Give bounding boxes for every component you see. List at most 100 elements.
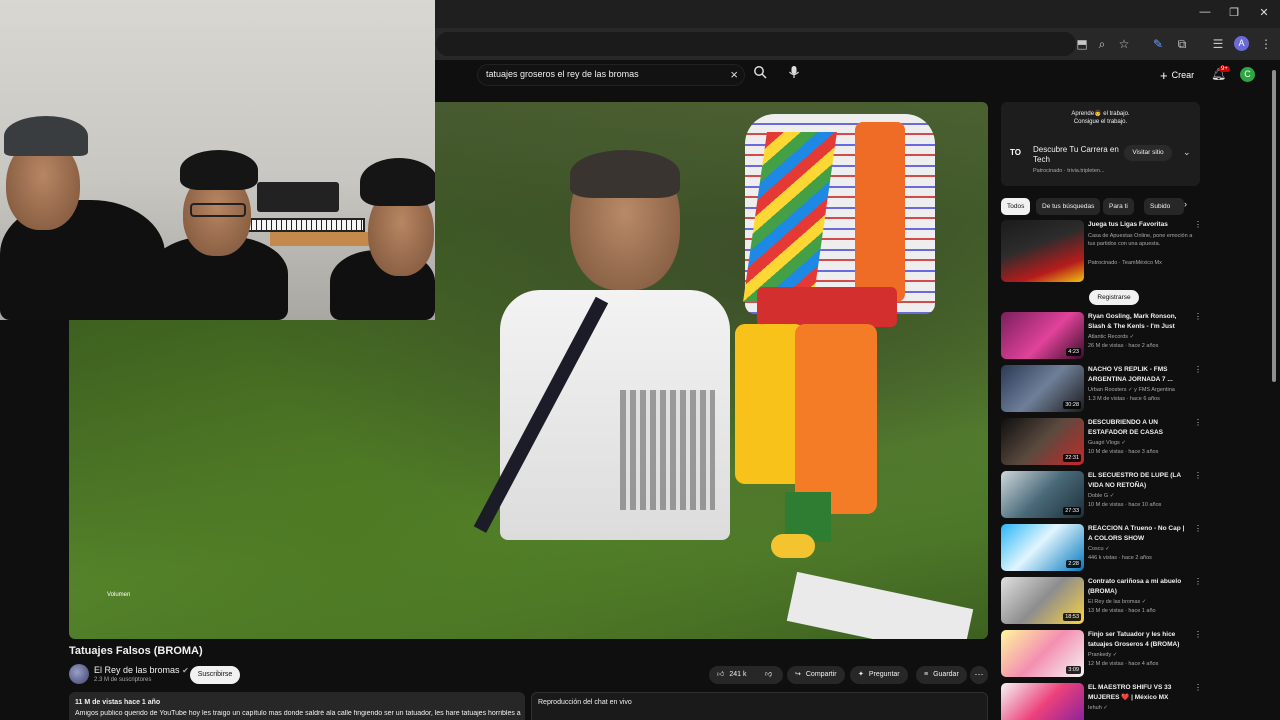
minimize-button[interactable]: — — [1197, 6, 1213, 18]
shirt-print — [620, 390, 715, 510]
recommendation-item[interactable]: 18:53 Contrato cariñosa a mi abuelo (BRO… — [1001, 577, 1211, 627]
chip-para-ti[interactable]: Para ti — [1103, 198, 1134, 215]
video-thumbnail — [1001, 683, 1084, 720]
channel-name-text: El Rey de las bromas — [94, 665, 180, 675]
red-belt — [757, 287, 897, 327]
more-options-icon[interactable]: ⋮ — [1194, 220, 1202, 229]
browser-profile-avatar[interactable]: A — [1234, 36, 1249, 51]
channel-name: Prankedy ✓ — [1088, 652, 1118, 658]
recommendation-item[interactable]: 27:33 EL SECUESTRO DE LUPE (LA VIDA NO R… — [1001, 471, 1211, 521]
recommendation-item[interactable]: 4:23 Ryan Gosling, Mark Ronson, Slash & … — [1001, 312, 1211, 362]
create-button[interactable]: + Crear — [1160, 66, 1194, 84]
register-button[interactable]: Registrarse — [1089, 290, 1139, 305]
volume-label: Volumen — [107, 592, 131, 598]
recommendation-item[interactable]: 3:09 Finjo ser Tatuador y les hice tatua… — [1001, 630, 1211, 680]
restore-button[interactable]: ❐ — [1226, 6, 1242, 19]
hair — [570, 150, 680, 198]
save-label: Guardar — [933, 671, 959, 678]
create-label: Crear — [1171, 70, 1195, 80]
like-count: 241 k — [729, 671, 747, 678]
browser-menu-icon[interactable]: ⋮ — [1258, 36, 1274, 52]
more-options-icon[interactable]: ⋮ — [1194, 683, 1202, 692]
share-button[interactable]: ↪ Compartir — [787, 666, 845, 684]
chip-subido[interactable]: Subido — [1144, 198, 1184, 215]
plus-icon: + — [1160, 67, 1168, 83]
live-chat-replay[interactable]: Reproducción del chat en vivo — [531, 692, 988, 720]
close-window-button[interactable]: ✕ — [1256, 6, 1272, 19]
bookmark-star-icon[interactable]: ☆ — [1116, 36, 1132, 52]
zoom-icon[interactable]: ⌕ — [1094, 36, 1110, 52]
video-duration: 27:33 — [1063, 507, 1081, 515]
video-thumbnail: 2:28 — [1001, 524, 1084, 571]
desk — [270, 232, 370, 246]
ad-tagline-1: Aprende👨 el trabajo. — [1071, 111, 1130, 117]
ad-description: Casa de Apuestas Online, pone emoción a … — [1088, 233, 1193, 247]
more-options-icon[interactable]: ⋮ — [1194, 471, 1202, 480]
address-bar[interactable] — [436, 32, 1076, 56]
video-title: Tatuajes Falsos (BROMA) — [69, 645, 203, 657]
channel-avatar[interactable] — [69, 664, 89, 684]
channel-name: Iehuh ✓ — [1088, 705, 1108, 711]
search-input[interactable]: tatuajes groseros el rey de las bromas × — [477, 64, 745, 86]
search-icon[interactable] — [750, 65, 770, 85]
recommendation-ad[interactable]: Juega tus Ligas Favoritas Casa de Apuest… — [1001, 220, 1211, 300]
video-thumbnail — [1001, 220, 1084, 282]
account-avatar[interactable]: C — [1240, 67, 1255, 82]
more-options-icon[interactable]: ⋮ — [1194, 418, 1202, 427]
baseball-cap — [4, 116, 88, 156]
recommendation-item[interactable]: 2:28 REACCION A Trueno - No Cap | A COLO… — [1001, 524, 1211, 574]
extensions-puzzle-icon[interactable]: ⧉ — [1174, 36, 1190, 52]
more-options-icon[interactable]: ⋮ — [1194, 312, 1202, 321]
video-duration: 22:31 — [1063, 454, 1081, 462]
recommendation-item[interactable]: 30:28 NACHO VS REPLIK - FMS ARGENTINA JO… — [1001, 365, 1211, 415]
webcam-overlay — [0, 0, 435, 320]
more-actions-icon[interactable]: ⋯ — [970, 666, 988, 684]
chevron-right-icon[interactable]: › — [1184, 199, 1187, 209]
chip-de-tus-busquedas[interactable]: De tus búsquedas — [1036, 198, 1101, 215]
visit-site-button[interactable]: Visitar sitio — [1124, 145, 1172, 161]
video-title: DESCUBRIENDO A UN ESTAFADOR DE CASAS — [1088, 419, 1163, 436]
sponsored-ad-card[interactable]: Aprende👨 el trabajo. Consigue el trabajo… — [1001, 102, 1200, 186]
video-duration: 30:28 — [1063, 401, 1081, 409]
microphone-icon[interactable] — [784, 65, 804, 85]
ad-meta: Patrocinado · TeamMéxico Mx — [1088, 260, 1162, 266]
search-query-text: tatuajes groseros el rey de las bromas — [486, 69, 639, 79]
ask-label: Preguntar — [868, 671, 900, 678]
paper-sheet — [786, 571, 974, 639]
install-app-icon[interactable]: ⬒ — [1074, 36, 1090, 52]
like-button[interactable]: 👍︎ 241 k 👎︎ — [709, 666, 783, 684]
video-duration: 2:28 — [1066, 560, 1081, 568]
verified-check-icon: ✔ — [182, 666, 189, 675]
chip-todos[interactable]: Todos — [1001, 198, 1031, 215]
description-box[interactable]: 11 M de vistas hace 1 año Amigos publico… — [69, 692, 525, 720]
more-options-icon[interactable]: ⋮ — [1194, 577, 1202, 586]
more-options-icon[interactable]: ⋮ — [1194, 630, 1202, 639]
chevron-down-icon[interactable]: ⌄ — [1183, 147, 1191, 158]
ask-button[interactable]: ✦ Preguntar — [850, 666, 908, 684]
video-duration: 18:53 — [1063, 613, 1081, 621]
save-button[interactable]: ≡ Guardar — [916, 666, 967, 684]
channel-name: Guagri Vlogs ✓ — [1088, 440, 1126, 446]
subscriber-count: 2.3 M de suscriptores — [94, 677, 152, 683]
video-subject-clown — [735, 102, 935, 572]
description-text: Amigos publico querido de YouTube hoy le… — [75, 710, 521, 717]
ad-tagline-2: Consigue el trabajo. — [1073, 119, 1128, 125]
recommendation-item[interactable]: EL MAESTRO SHIFU VS 33 MUJERES ❤️ | Méxi… — [1001, 683, 1211, 720]
channel-name[interactable]: El Rey de las bromas ✔ — [94, 665, 189, 675]
subscribe-button[interactable]: Suscribirse — [190, 666, 240, 684]
extension-pen-icon[interactable]: ✎ — [1150, 36, 1166, 52]
video-thumbnail: 27:33 — [1001, 471, 1084, 518]
clear-search-icon[interactable]: × — [730, 67, 738, 82]
more-options-icon[interactable]: ⋮ — [1194, 524, 1202, 533]
dislike-button[interactable]: 👎︎ — [765, 666, 772, 684]
ad-title: Descubre Tu Carrera en Tech — [1033, 145, 1119, 164]
chat-replay-title: Reproducción del chat en vivo — [538, 699, 632, 706]
sparkle-icon: ✦ — [858, 671, 864, 678]
page-scrollbar[interactable] — [1272, 70, 1276, 382]
reading-list-icon[interactable]: ☰ — [1210, 36, 1226, 52]
thumbs-down-icon: 👎︎ — [765, 671, 773, 678]
video-title: Ryan Gosling, Mark Ronson, Slash & The K… — [1088, 313, 1177, 330]
recommendation-item[interactable]: 22:31 DESCUBRIENDO A UN ESTAFADOR DE CAS… — [1001, 418, 1211, 468]
more-options-icon[interactable]: ⋮ — [1194, 365, 1202, 374]
video-title: REACCION A Trueno - No Cap | A COLORS SH… — [1088, 525, 1185, 542]
